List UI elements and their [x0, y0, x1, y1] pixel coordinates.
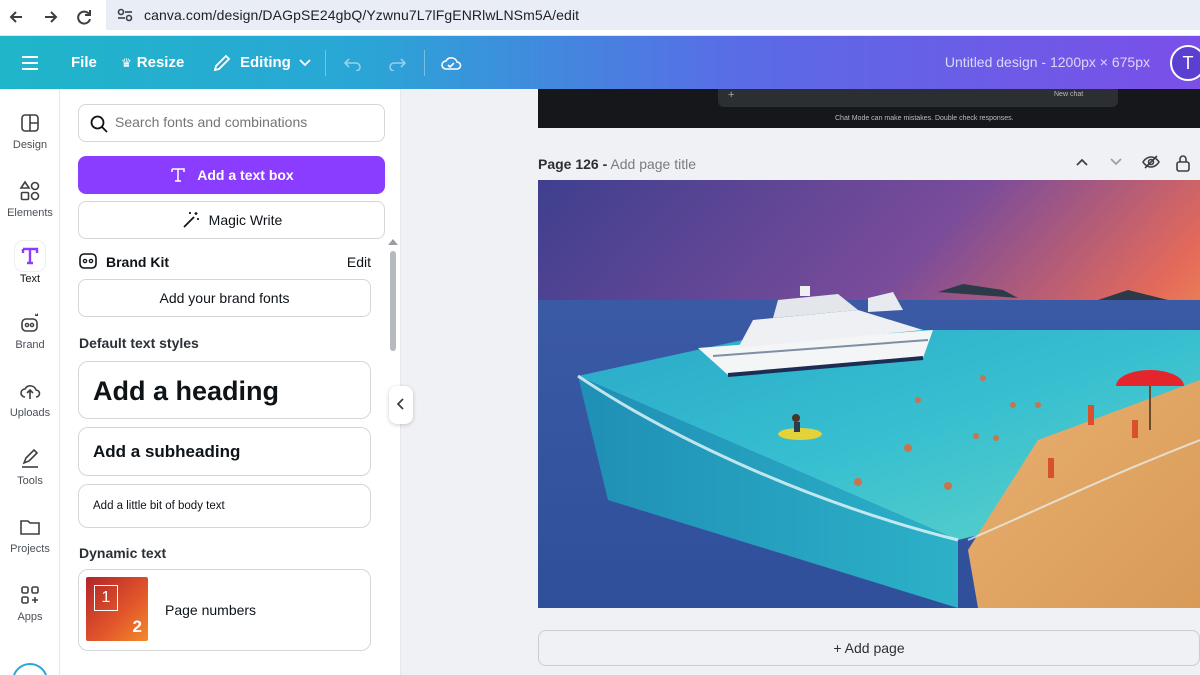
rail-label: Text [19, 273, 41, 285]
rail-more-button[interactable] [12, 663, 48, 675]
rail-label: Design [12, 139, 48, 151]
heading-text: Add a heading [93, 376, 280, 406]
font-search[interactable] [78, 104, 385, 142]
page-number-box: 1 [94, 585, 118, 611]
shapes-icon [19, 180, 40, 201]
rail-item-tools[interactable]: Tools [0, 445, 60, 505]
add-page-button[interactable]: + Add page [538, 630, 1200, 666]
rail-label: Apps [17, 611, 43, 623]
page-numbers-thumbnail: 1 2 [86, 577, 148, 641]
toolbar-divider [424, 50, 425, 76]
magic-wand-icon [183, 212, 199, 228]
rail-item-text[interactable]: Text [0, 241, 60, 301]
add-brand-fonts-button[interactable]: Add your brand fonts [78, 279, 371, 317]
file-menu-button[interactable]: File [71, 36, 97, 89]
text-T-icon [171, 168, 186, 182]
editing-mode-button[interactable]: Editing [212, 36, 311, 89]
previous-page-preview[interactable]: + New chat Chat Mode can make mistakes. … [538, 89, 1200, 128]
dynamic-text-title: Dynamic text [79, 545, 167, 561]
body-text: Add a little bit of body text [93, 500, 225, 512]
undo-icon[interactable] [343, 36, 363, 89]
brand-kit-icon [79, 253, 97, 269]
rail-item-elements[interactable]: Elements [0, 177, 60, 237]
collapse-panel-button[interactable] [389, 386, 413, 424]
cloud-upload-icon [20, 385, 41, 399]
page-number-2: 2 [132, 617, 142, 636]
site-info-icon[interactable] [116, 6, 134, 24]
default-styles-title: Default text styles [79, 335, 199, 351]
chevron-left-icon [396, 398, 404, 410]
page-numbers-label: Page numbers [165, 602, 257, 618]
scroll-up-arrow-icon[interactable] [388, 239, 398, 245]
chevron-down-icon[interactable] [1108, 154, 1128, 174]
heading-style-card[interactable]: Add a heading [78, 361, 371, 419]
folder-icon [20, 520, 40, 535]
menu-icon[interactable] [20, 36, 40, 89]
page-numbers-card[interactable]: 1 2 Page numbers [78, 569, 371, 651]
new-chat-text: New chat [1054, 91, 1084, 98]
lock-icon[interactable] [1175, 154, 1195, 174]
resize-button[interactable]: ♛ Resize [121, 36, 184, 89]
panel-scrollbar[interactable] [390, 251, 396, 351]
magic-write-button[interactable]: Magic Write [78, 201, 385, 239]
pencil-icon [213, 54, 231, 71]
brand-icon [21, 313, 38, 332]
rail-item-design[interactable]: Design [0, 109, 60, 169]
editor-topbar: File ♛ Resize Editing Untitled design - … [0, 36, 1200, 89]
address-bar[interactable]: canva.com/design/DAGpSE24gbQ/Yzwnu7L7lFg… [106, 0, 1200, 30]
page-label[interactable]: Page 126 - Add page title [538, 156, 696, 172]
rail-item-apps[interactable]: Apps [0, 581, 60, 641]
design-title[interactable]: Untitled design - 1200px × 675px [945, 36, 1150, 89]
rail-label: Projects [10, 543, 50, 555]
forward-arrow-icon[interactable] [37, 4, 63, 30]
rail-item-projects[interactable]: Projects [0, 513, 60, 573]
rail-label: Tools [17, 475, 43, 487]
brand-kit-header: Brand Kit Edit [78, 251, 371, 273]
apps-grid-icon [21, 586, 39, 604]
cloud-saved-icon[interactable] [440, 36, 462, 89]
rail-item-uploads[interactable]: Uploads [0, 377, 60, 437]
brand-kit-edit-link[interactable]: Edit [347, 254, 371, 270]
beach-cruise-artwork [538, 180, 1200, 608]
toolbar-divider [325, 50, 326, 76]
subheading-text: Add a subheading [93, 442, 241, 461]
plus-icon: + [728, 89, 735, 101]
page-title-placeholder[interactable]: Add page title [610, 156, 696, 172]
rail-label: Brand [15, 339, 45, 351]
redo-icon[interactable] [387, 36, 407, 89]
reload-icon[interactable] [71, 4, 97, 30]
chevron-down-icon [299, 58, 311, 66]
editing-label: Editing [240, 54, 291, 71]
body-style-card[interactable]: Add a little bit of body text [78, 484, 371, 528]
resize-label: Resize [136, 54, 185, 71]
avatar[interactable]: T [1170, 45, 1200, 81]
back-arrow-icon[interactable] [4, 4, 30, 30]
rail-item-brand[interactable]: Brand [0, 309, 60, 369]
left-rail: Design Elements Text Brand Uploads Tools… [0, 89, 60, 675]
page-number-label: Page 126 - [538, 156, 608, 172]
browser-toolbar: canva.com/design/DAGpSE24gbQ/Yzwnu7L7lFg… [0, 0, 1200, 36]
magic-write-label: Magic Write [208, 212, 283, 228]
search-input[interactable] [115, 114, 375, 130]
chevron-up-icon[interactable] [1074, 154, 1094, 174]
subheading-style-card[interactable]: Add a subheading [78, 427, 371, 476]
brand-kit-title: Brand Kit [106, 254, 169, 270]
design-page-canvas[interactable] [538, 180, 1200, 608]
url-text: canva.com/design/DAGpSE24gbQ/Yzwnu7L7lFg… [144, 7, 580, 23]
hide-page-icon[interactable] [1141, 154, 1161, 174]
layout-icon [21, 114, 39, 132]
text-panel: Add a text box Magic Write Brand Kit Edi… [60, 89, 401, 675]
chat-disclaimer: Chat Mode can make mistakes. Double chec… [835, 115, 1014, 122]
text-T-icon [15, 241, 45, 271]
crown-icon: ♛ [121, 55, 132, 70]
add-text-box-label: Add a text box [197, 167, 294, 183]
search-icon [90, 115, 108, 133]
rail-label: Elements [7, 207, 53, 219]
add-text-box-button[interactable]: Add a text box [78, 156, 385, 194]
pen-tool-icon [22, 448, 39, 468]
rail-label: Uploads [9, 407, 51, 419]
